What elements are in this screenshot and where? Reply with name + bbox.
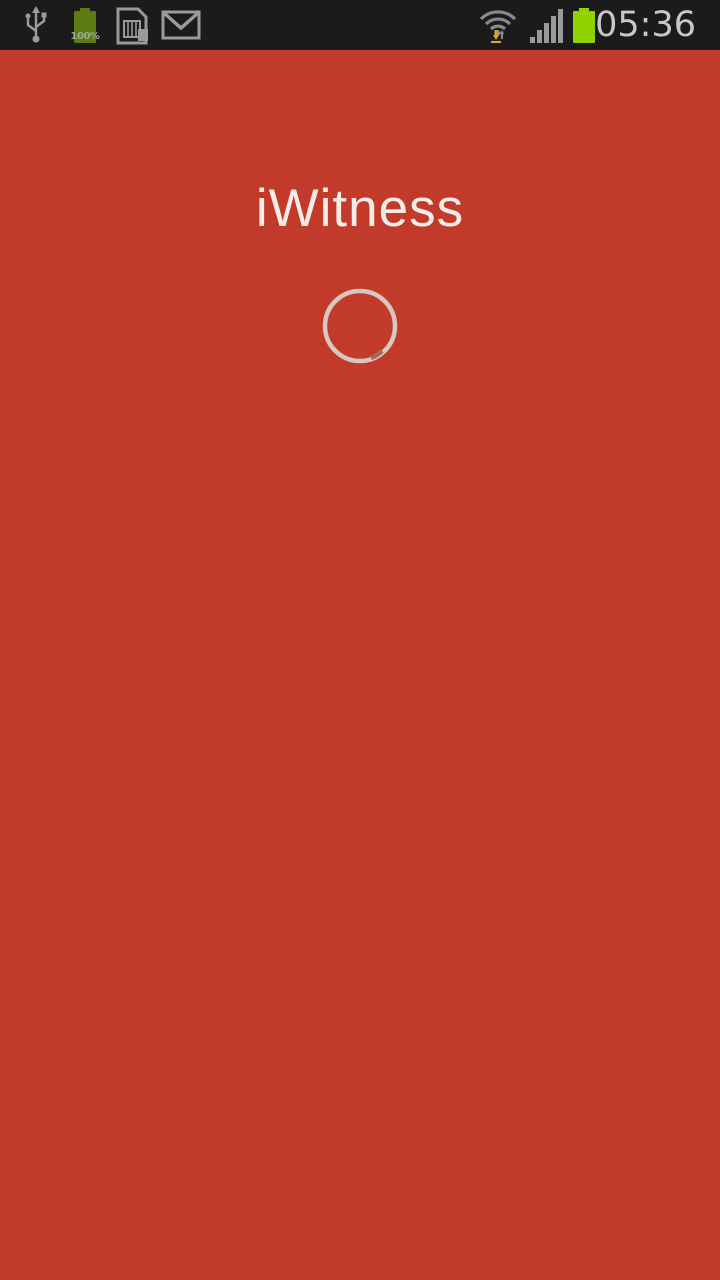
splash-screen: 100% 05:36 iWitness bbox=[0, 0, 720, 1280]
usb-icon bbox=[20, 0, 52, 50]
gmail-icon bbox=[160, 0, 202, 50]
app-title: iWitness bbox=[255, 179, 465, 238]
status-clock: 05:36 bbox=[595, 5, 696, 45]
wifi-icon bbox=[478, 0, 518, 50]
signal-icon bbox=[527, 0, 565, 50]
sd-card-icon bbox=[113, 0, 151, 50]
status-bar: 100% 05:36 bbox=[0, 0, 720, 50]
battery-full-icon bbox=[68, 0, 102, 50]
loading-spinner bbox=[321, 287, 399, 365]
battery-percent-label: 100% bbox=[70, 31, 100, 42]
